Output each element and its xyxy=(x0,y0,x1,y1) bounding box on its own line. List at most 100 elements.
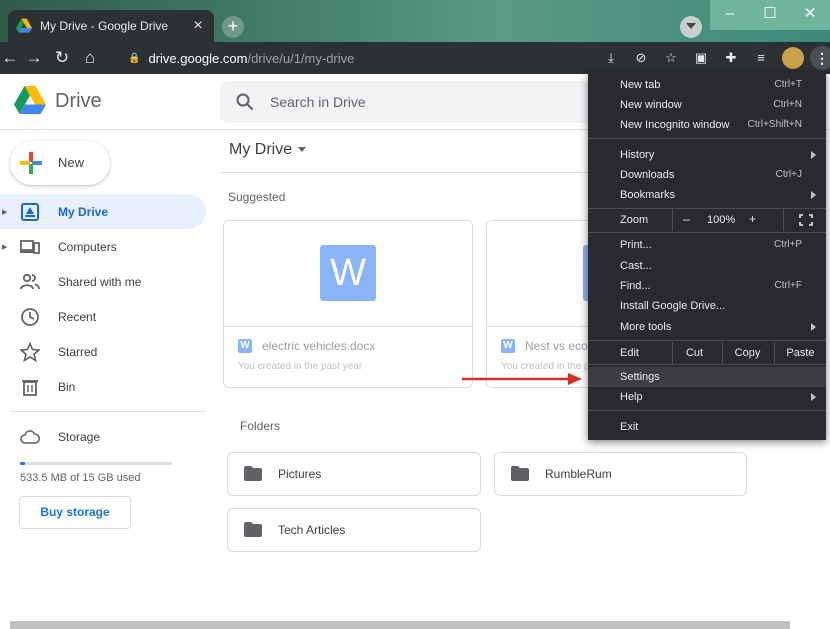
app-title: Drive xyxy=(55,90,102,112)
file-card[interactable]: W W electric vehicles.docx You created i… xyxy=(223,220,473,388)
window-maximize-button[interactable]: ☐ xyxy=(750,0,790,30)
menu-item-bookmarks[interactable]: Bookmarks xyxy=(588,185,826,205)
lock-icon[interactable]: 🔒 xyxy=(128,53,140,64)
url-path: /drive/u/1/my-drive xyxy=(247,50,355,66)
menu-item-history[interactable]: History xyxy=(588,145,826,165)
menu-shortcut: Ctrl+N xyxy=(773,99,802,110)
fullscreen-button[interactable] xyxy=(783,209,827,231)
folder-icon xyxy=(244,522,262,537)
menu-item-new-window[interactable]: New window Ctrl+N xyxy=(588,95,826,115)
sidebar-item-starred[interactable]: Starred xyxy=(0,334,206,369)
sidebar-item-computers[interactable]: ▶ Computers xyxy=(0,229,206,264)
sidebar-label: Storage xyxy=(58,429,101,444)
file-thumbnail: W xyxy=(487,221,595,327)
sidebar-item-my-drive[interactable]: ▶ My Drive xyxy=(0,194,206,229)
menu-item-new-tab[interactable]: New tab Ctrl+T xyxy=(588,75,826,95)
menu-edit-row: Edit Cut Copy Paste xyxy=(588,342,826,364)
sidebar-item-bin[interactable]: Bin xyxy=(0,369,206,404)
menu-shortcut: Ctrl+J xyxy=(775,169,802,180)
window-close-button[interactable]: ✕ xyxy=(790,0,830,30)
reading-list-icon[interactable]: ≡ xyxy=(746,42,776,74)
profile-avatar[interactable] xyxy=(782,47,804,69)
paste-button[interactable]: Paste xyxy=(774,342,826,364)
computers-icon xyxy=(20,239,40,254)
cloud-icon xyxy=(20,429,40,444)
zoom-label: Zoom xyxy=(620,214,649,226)
menu-item-cast[interactable]: Cast... xyxy=(588,256,826,276)
browser-toolbar: ← → ↻ ⌂ 🔒 drive.google.com/drive/u/1/my-… xyxy=(0,42,830,74)
search-box[interactable] xyxy=(220,81,590,123)
menu-label: New window xyxy=(620,99,682,111)
toolbar-icons: ⤓ ⊘ ☆ ▣ ✚ ≡ ⋮ xyxy=(596,42,830,74)
menu-divider xyxy=(588,410,826,411)
menu-shortcut: Ctrl+T xyxy=(774,79,803,90)
extensions-puzzle-icon[interactable]: ✚ xyxy=(716,42,746,74)
menu-item-downloads[interactable]: Downloads Ctrl+J xyxy=(588,165,826,185)
plus-icon xyxy=(20,152,42,174)
folder-item[interactable]: Pictures xyxy=(227,452,481,496)
new-button[interactable]: New xyxy=(10,141,110,185)
word-doc-icon: W xyxy=(320,245,376,301)
buy-storage-button[interactable]: Buy storage xyxy=(19,496,131,529)
bookmark-star-icon[interactable]: ☆ xyxy=(656,42,686,74)
sidebar-item-recent[interactable]: Recent xyxy=(0,299,206,334)
sidebar-item-storage[interactable]: Storage xyxy=(0,419,206,454)
forward-icon[interactable]: → xyxy=(20,44,48,72)
menu-item-new-incognito[interactable]: New Incognito window Ctrl+Shift+N xyxy=(588,115,826,135)
menu-item-find[interactable]: Find... Ctrl+F xyxy=(588,276,826,296)
submenu-arrow-icon xyxy=(811,151,816,159)
home-icon[interactable]: ⌂ xyxy=(76,44,104,72)
menu-item-help[interactable]: Help xyxy=(588,387,826,407)
horizontal-scrollbar[interactable] xyxy=(10,621,790,629)
folder-item[interactable]: RumbleRum xyxy=(494,452,747,496)
chrome-menu-icon[interactable]: ⋮ xyxy=(810,46,830,70)
folder-item[interactable]: Tech Articles xyxy=(227,508,481,552)
sidebar-label: Shared with me xyxy=(58,274,142,289)
address-bar[interactable]: drive.google.com/drive/u/1/my-drive xyxy=(148,51,354,66)
search-icon[interactable] xyxy=(236,93,254,111)
menu-shortcut: Ctrl+P xyxy=(773,239,802,250)
sidebar-label: Bin xyxy=(58,379,76,394)
menu-item-settings[interactable]: Settings xyxy=(588,367,826,387)
sidebar-label: My Drive xyxy=(58,204,109,219)
tab-search-icon[interactable] xyxy=(680,16,702,38)
cut-button[interactable]: Cut xyxy=(672,342,716,364)
file-card[interactable]: W W Nest vs ecol You created in the p xyxy=(486,220,596,388)
sidebar-label: Starred xyxy=(58,344,98,359)
menu-item-print[interactable]: Print... Ctrl+P xyxy=(588,235,826,255)
fullscreen-icon xyxy=(799,214,813,226)
browser-tab[interactable]: My Drive - Google Drive × xyxy=(8,10,214,42)
sidebar-item-shared-with-me[interactable]: Shared with me xyxy=(0,264,206,299)
menu-item-exit[interactable]: Exit xyxy=(588,417,826,437)
menu-divider xyxy=(588,340,826,341)
window-minimize-button[interactable]: – xyxy=(710,0,750,30)
install-app-icon[interactable]: ⤓ xyxy=(596,42,626,74)
copy-button[interactable]: Copy xyxy=(722,342,772,364)
sidebar-label: Computers xyxy=(58,239,117,254)
suggested-heading: Suggested xyxy=(228,190,286,204)
eye-off-icon[interactable]: ⊘ xyxy=(626,42,656,74)
new-button-label: New xyxy=(58,155,85,170)
page-title[interactable]: My Drive xyxy=(229,141,307,159)
file-name: electric vehicles.docx xyxy=(262,339,376,353)
menu-label: New Incognito window xyxy=(620,119,730,131)
red-arrow-annotation xyxy=(462,373,582,385)
clock-icon xyxy=(21,307,39,326)
page-title-text: My Drive xyxy=(229,141,293,158)
menu-shortcut: Ctrl+F xyxy=(774,280,803,291)
expand-caret-icon[interactable]: ▶ xyxy=(2,208,7,216)
menu-item-more-tools[interactable]: More tools xyxy=(588,317,826,337)
menu-label: Settings xyxy=(620,371,660,383)
back-icon[interactable]: ← xyxy=(0,44,20,72)
menu-label: Exit xyxy=(620,421,639,433)
extension-screen-icon[interactable]: ▣ xyxy=(686,42,716,74)
reload-icon[interactable]: ↻ xyxy=(48,44,76,72)
search-input[interactable] xyxy=(270,94,570,110)
expand-caret-icon[interactable]: ▶ xyxy=(2,243,7,251)
trash-icon xyxy=(22,379,38,396)
tab-close-icon[interactable]: × xyxy=(190,17,206,35)
new-tab-button[interactable]: + xyxy=(222,16,244,38)
menu-item-install-drive[interactable]: Install Google Drive... xyxy=(588,296,826,316)
zoom-out-button[interactable]: – xyxy=(683,212,690,226)
zoom-in-button[interactable]: + xyxy=(749,212,756,226)
